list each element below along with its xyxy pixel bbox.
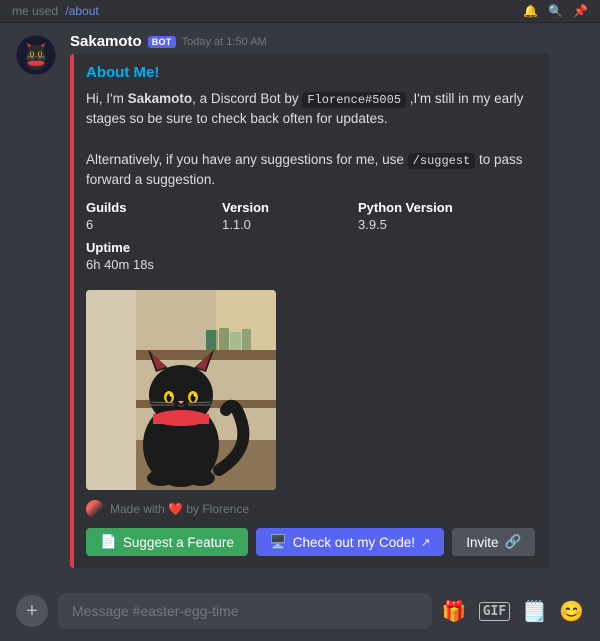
embed-buttons: 📄 Suggest a Feature 🖥️ Check out my Code… bbox=[86, 528, 538, 556]
check-code-button[interactable]: 🖥️ Check out my Code! ↗ bbox=[256, 528, 444, 556]
username: Sakamoto bbox=[70, 33, 142, 50]
add-button[interactable]: + bbox=[16, 595, 48, 627]
input-bar: + Message #easter-egg-time 🎁 GIF 🗒️ 😊 bbox=[0, 585, 600, 641]
bot-name-inline: Sakamoto bbox=[128, 91, 193, 106]
embed: About Me! Hi, I'm Sakamoto, a Discord Bo… bbox=[70, 54, 550, 568]
top-bar-icons: 🔔 🔍 📌 bbox=[523, 4, 588, 18]
embed-footer: Made with ❤️ by Florence bbox=[86, 500, 538, 518]
input-icons: 🎁 GIF 🗒️ 😊 bbox=[442, 599, 584, 624]
input-placeholder: Message #easter-egg-time bbox=[72, 603, 239, 619]
message-row: Sakamoto BOT Today at 1:50 AM About Me! … bbox=[16, 33, 584, 568]
message-input[interactable]: Message #easter-egg-time bbox=[58, 593, 432, 629]
suggest-label: Suggest a Feature bbox=[123, 535, 234, 550]
author-tag: Florence#5005 bbox=[302, 92, 406, 108]
external-link-icon: ↗ bbox=[421, 536, 430, 549]
invite-button[interactable]: Invite 🔗 bbox=[452, 528, 535, 556]
pin-icon[interactable]: 📌 bbox=[573, 4, 588, 18]
sticker-icon[interactable]: 🗒️ bbox=[522, 599, 547, 624]
code-label: Check out my Code! bbox=[293, 535, 415, 550]
top-bar: me used /about 🔔 🔍 📌 bbox=[0, 0, 600, 23]
embed-footer-text: Made with ❤️ by Florence bbox=[110, 502, 249, 516]
field-uptime: Uptime 6h 40m 18s bbox=[86, 240, 206, 272]
chat-area: Sakamoto BOT Today at 1:50 AM About Me! … bbox=[0, 23, 600, 585]
suggest-icon: 📄 bbox=[100, 534, 117, 550]
search-icon[interactable]: 🔍 bbox=[548, 4, 563, 18]
suggest-cmd: /suggest bbox=[408, 153, 476, 169]
suggest-feature-button[interactable]: 📄 Suggest a Feature bbox=[86, 528, 248, 556]
embed-footer-avatar bbox=[86, 500, 104, 518]
invite-label: Invite bbox=[466, 535, 498, 550]
embed-fields: Guilds 6 Version 1.1.0 Python Version 3.… bbox=[86, 200, 538, 280]
gif-icon[interactable]: GIF bbox=[479, 602, 510, 621]
embed-description: Hi, I'm Sakamoto, a Discord Bot by Flore… bbox=[86, 89, 538, 190]
invite-icon: 🔗 bbox=[505, 534, 522, 550]
gift-icon[interactable]: 🎁 bbox=[442, 599, 467, 624]
embed-title: About Me! bbox=[86, 64, 538, 81]
message-content: Sakamoto BOT Today at 1:50 AM About Me! … bbox=[70, 33, 584, 568]
code-icon: 🖥️ bbox=[270, 534, 287, 550]
field-guilds: Guilds 6 bbox=[86, 200, 206, 232]
field-version: Version 1.1.0 bbox=[222, 200, 342, 232]
embed-image bbox=[86, 290, 276, 490]
bell-icon[interactable]: 🔔 bbox=[523, 4, 538, 18]
timestamp: Today at 1:50 AM bbox=[182, 36, 267, 48]
used-command-label: me used /about bbox=[12, 4, 99, 18]
avatar bbox=[16, 35, 56, 75]
bot-badge: BOT bbox=[148, 36, 176, 48]
message-header: Sakamoto BOT Today at 1:50 AM bbox=[70, 33, 584, 50]
command-name: /about bbox=[65, 4, 98, 18]
field-python-version: Python Version 3.9.5 bbox=[358, 200, 478, 232]
emoji-icon[interactable]: 😊 bbox=[559, 599, 584, 624]
